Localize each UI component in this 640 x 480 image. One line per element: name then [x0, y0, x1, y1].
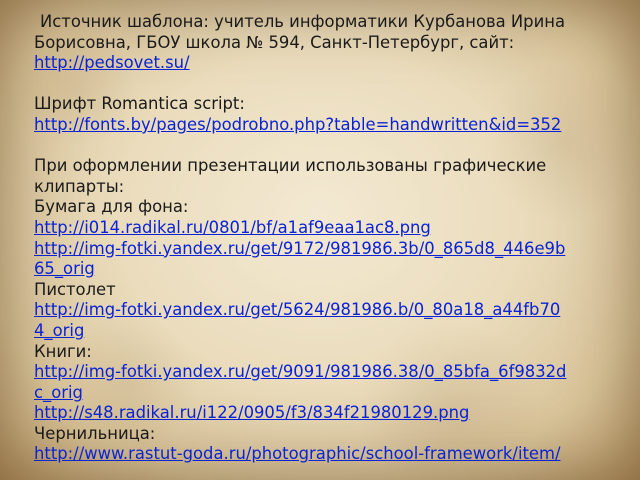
paper-link-2-part-2[interactable]: 65_orig	[34, 259, 634, 280]
books-label: Книги:	[34, 341, 92, 361]
inkwell-link-part-1[interactable]: http://www.rastut-goda.ru/photographic/s…	[34, 444, 634, 465]
font-link[interactable]: http://fonts.by/pages/podrobno.php?table…	[34, 115, 634, 136]
books-link-1-part-1[interactable]: http://img-fotki.yandex.ru/get/9091/9819…	[34, 362, 634, 383]
paper-label: Бумага для фона:	[34, 197, 189, 217]
inkwell-label: Чернильница:	[34, 423, 156, 443]
pistol-label: Пистолет	[34, 279, 116, 299]
pistol-link-part-1[interactable]: http://img-fotki.yandex.ru/get/5624/9819…	[34, 300, 634, 321]
paper-link-1[interactable]: http://i014.radikal.ru/0801/bf/a1af9eaa1…	[34, 218, 634, 239]
clipart-line-1: При оформлении презентации использованы …	[34, 156, 547, 176]
books-link-1-part-2[interactable]: c_orig	[34, 383, 634, 404]
clipart-line-2: клипарты:	[34, 176, 125, 196]
intro-line-1: Источник шаблона: учитель информатики Ку…	[40, 12, 565, 31]
paper-link-2-part-1[interactable]: http://img-fotki.yandex.ru/get/9172/9819…	[34, 239, 634, 260]
credits-text: Источник шаблона: учитель информатики Ку…	[34, 12, 634, 465]
books-link-2[interactable]: http://s48.radikal.ru/i122/0905/f3/834f2…	[34, 403, 634, 424]
pistol-link-part-2[interactable]: 4_orig	[34, 321, 634, 342]
font-label: Шрифт Romantica script:	[34, 94, 245, 114]
pedsovet-link[interactable]: http://pedsovet.su/	[34, 53, 634, 74]
intro-line-2: Борисовна, ГБОУ школа № 594, Санкт-Петер…	[34, 32, 515, 52]
